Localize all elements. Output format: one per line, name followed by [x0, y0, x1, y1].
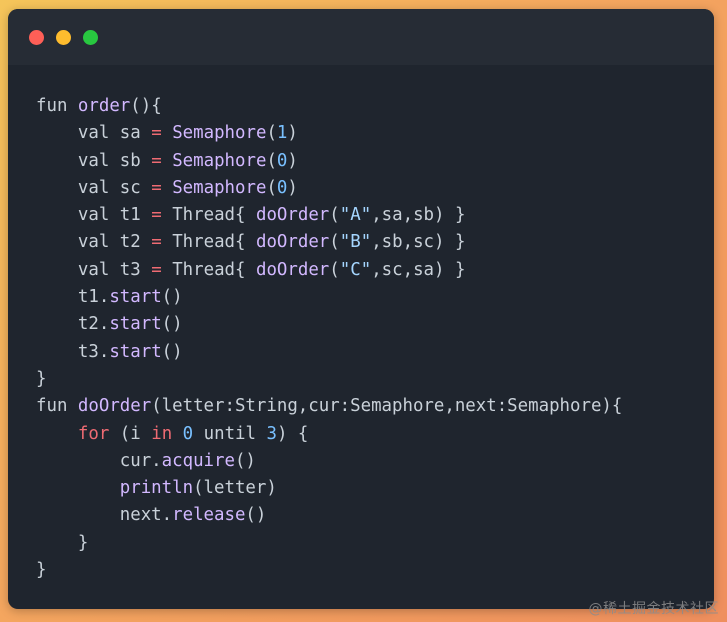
code-line-13: for (i in 0 until 3) { — [77, 423, 309, 444]
watermark-text: @稀土掘金技术社区 — [588, 601, 719, 617]
code-line-14: cur.acquire() — [119, 450, 256, 471]
code-line-15: println(letter) — [119, 478, 277, 499]
code-window: fun order(){ val sa = Semaphore(1) val s… — [8, 9, 714, 609]
window-titlebar — [8, 9, 714, 65]
code-line-17: } — [77, 532, 89, 553]
code-line-4: val sc = Semaphore(0) — [77, 177, 298, 198]
code-line-7: val t3 = Thread{ doOrder("C",sc,sa) } — [77, 259, 466, 280]
code-line-1: fun order(){ — [36, 96, 162, 116]
code-line-3: val sb = Semaphore(0) — [77, 150, 298, 171]
code-line-12: fun doOrder(letter:String,cur:Semaphore,… — [36, 396, 623, 417]
code-line-5: val t1 = Thread{ doOrder("A",sa,sb) } — [77, 205, 466, 226]
code-line-10: t3.start() — [77, 341, 183, 362]
code-line-16: next.release() — [119, 505, 267, 526]
minimize-dot-icon[interactable] — [56, 30, 71, 45]
code-line-6: val t2 = Thread{ doOrder("B",sb,sc) } — [77, 232, 466, 253]
code-line-8: t1.start() — [77, 287, 183, 308]
code-block: fun order(){ val sa = Semaphore(1) val s… — [36, 93, 622, 584]
code-line-18: } — [36, 560, 47, 581]
code-line-9: t2.start() — [77, 314, 183, 335]
code-line-11: } — [36, 368, 47, 389]
maximize-dot-icon[interactable] — [83, 30, 98, 45]
close-dot-icon[interactable] — [29, 30, 44, 45]
code-line-2: val sa = Semaphore(1) — [77, 123, 298, 144]
